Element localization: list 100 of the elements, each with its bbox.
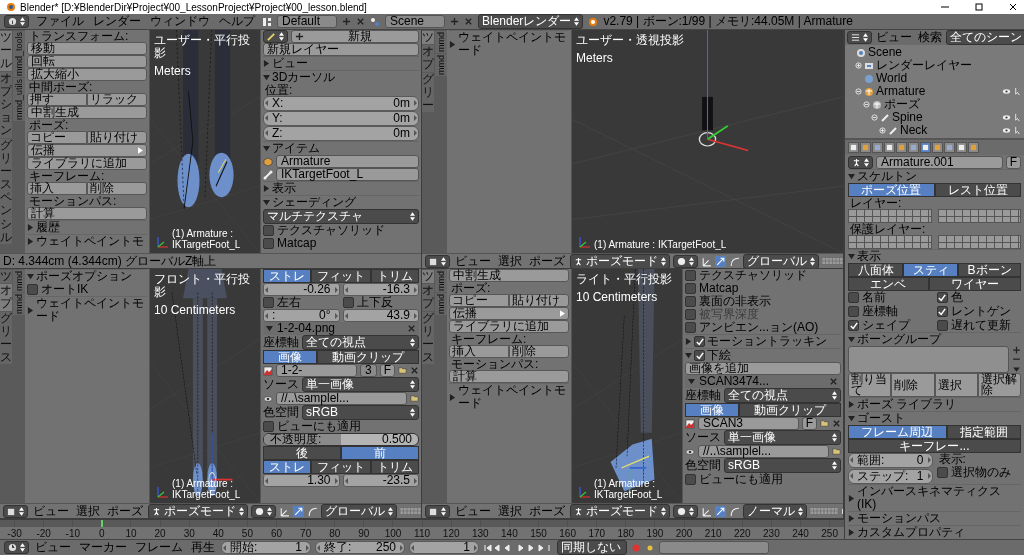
axes-icon[interactable] — [279, 505, 290, 517]
collapse-triangle-icon[interactable] — [27, 273, 34, 280]
collapse-triangle-icon[interactable] — [688, 378, 695, 385]
text-field[interactable]: Armature.001 — [876, 156, 1003, 169]
layer-grid-icon[interactable] — [822, 256, 843, 266]
properties-tab[interactable] — [860, 142, 871, 153]
properties-tab[interactable] — [848, 142, 859, 153]
sync-dropdown[interactable]: 同期しない — [557, 540, 627, 555]
axes-icon[interactable] — [701, 505, 712, 517]
toggle-button[interactable]: トリム — [371, 269, 419, 283]
number-field[interactable]: : 0° — [263, 309, 340, 322]
tool-button[interactable]: 移動 — [27, 42, 147, 55]
dropdown[interactable]: 全ての視点 — [302, 335, 419, 350]
toggle-button[interactable]: ワイヤー — [928, 277, 1021, 291]
image-panel-header[interactable]: 1-2-04.png — [263, 322, 419, 335]
panel-header[interactable]: ポーズ ライブラリ — [848, 397, 1021, 411]
tool-button[interactable]: 挿入 — [27, 182, 87, 195]
menu-item[interactable]: ファイル — [34, 15, 86, 28]
new-button[interactable]: 新規 — [291, 30, 419, 43]
text-field[interactable]: Armature — [276, 155, 419, 168]
fake-user-button[interactable]: F — [801, 417, 817, 430]
render-engine-dropdown[interactable]: Blenderレンダー — [478, 14, 584, 29]
keying-set-field[interactable] — [659, 541, 769, 554]
menu-item[interactable]: 選択 — [496, 504, 524, 518]
expand-triangle-icon[interactable] — [848, 401, 855, 408]
panel-header[interactable]: ビュー — [263, 56, 419, 70]
eye-icon[interactable] — [263, 393, 273, 404]
minus-circle-icon[interactable] — [871, 114, 878, 121]
mode-dropdown[interactable]: ポーズモード — [570, 503, 670, 518]
menu-button[interactable]: 伝播 — [27, 144, 147, 157]
toggle-button[interactable]: 指定範囲 — [946, 425, 1021, 439]
dropdown[interactable]: 全ての視点 — [724, 388, 841, 403]
outliner-item[interactable]: Scene — [847, 46, 1022, 59]
outliner-item[interactable]: Armature — [847, 85, 1022, 98]
file-path-field[interactable]: //..\samplel... — [698, 445, 829, 458]
menu-item[interactable]: ビュー — [31, 504, 71, 518]
checkbox[interactable] — [685, 474, 696, 485]
cursor-icon[interactable] — [1013, 87, 1022, 96]
panel-header[interactable]: ウェイトペイントモード — [449, 383, 569, 410]
tool-button[interactable]: 画像を追加 — [685, 362, 841, 375]
menu-item[interactable]: 検索 — [916, 31, 944, 44]
expand-triangle-icon[interactable] — [449, 393, 456, 401]
outliner-item[interactable]: レンダーレイヤー — [847, 59, 1022, 72]
collapse-triangle-icon[interactable] — [848, 336, 855, 343]
checkbox[interactable] — [343, 297, 354, 308]
toggle-button[interactable]: 八面体 — [848, 263, 903, 277]
fake-user-button[interactable]: F — [1005, 156, 1021, 169]
arrow-icon[interactable] — [293, 505, 304, 517]
image-name-field[interactable]: 1-2- — [276, 364, 357, 377]
collapse-triangle-icon[interactable] — [266, 325, 273, 332]
properties-tab[interactable] — [920, 142, 931, 153]
menu-item[interactable]: ポーズ — [105, 504, 145, 518]
tool-button[interactable]: 拡大縮小 — [27, 68, 147, 81]
image-name-field[interactable]: SCAN3 — [698, 417, 799, 430]
sidebar-tab[interactable]: ツ — [422, 31, 434, 45]
bone-layer-grid[interactable] — [937, 209, 1021, 223]
tool-button[interactable]: 新規レイヤー — [263, 43, 419, 56]
menu-item[interactable]: ビュー — [453, 504, 493, 518]
tool-button[interactable]: ライブラリに追加 — [27, 157, 147, 170]
menu-item[interactable]: ビュー — [874, 31, 914, 44]
menu-item[interactable]: 選択 — [74, 504, 102, 518]
menu-item[interactable]: ビュー — [453, 254, 493, 268]
folder-icon[interactable] — [410, 394, 419, 403]
panel-header[interactable]: モーションパス — [848, 511, 1021, 525]
checkbox[interactable] — [263, 297, 274, 308]
number-field[interactable]: ステップ: 1 — [848, 469, 933, 484]
panel-header[interactable]: 履歴 — [27, 220, 147, 234]
number-field[interactable]: Z: 0m — [263, 126, 419, 141]
current-frame-field[interactable]: 1 — [409, 541, 479, 554]
collapse-triangle-icon[interactable] — [263, 199, 270, 206]
editor-type-dropdown[interactable] — [3, 504, 28, 518]
checkbox[interactable] — [263, 225, 274, 236]
menu-item[interactable]: レンダー — [91, 15, 143, 28]
eye-icon[interactable] — [685, 446, 695, 457]
tool-button[interactable]: 中割生成 — [449, 269, 569, 282]
expand-triangle-icon[interactable] — [449, 40, 456, 48]
properties-tab[interactable] — [956, 142, 967, 153]
menu-item[interactable]: ウィンドウ — [148, 15, 212, 28]
tool-button[interactable]: 削除 — [87, 182, 147, 195]
tool-button[interactable]: 貼り付け — [87, 131, 147, 144]
plus-circle-icon[interactable] — [855, 62, 862, 69]
collapse-triangle-icon[interactable] — [685, 352, 692, 359]
expand-triangle-icon[interactable] — [263, 185, 270, 192]
properties-tab[interactable] — [932, 142, 943, 153]
panel-header[interactable]: モーショントラッキン — [685, 334, 841, 348]
menu-item[interactable]: 選択 — [496, 254, 524, 268]
bone-group-list[interactable] — [848, 346, 1009, 373]
menu-item[interactable]: ヘルプ — [217, 15, 257, 28]
toggle-button[interactable]: 動画クリップ — [317, 350, 419, 364]
tool-button[interactable]: コピー — [27, 131, 87, 144]
editor-type-dropdown[interactable] — [425, 254, 450, 268]
toggle-button[interactable]: フレーム周辺 — [848, 425, 947, 439]
tool-button[interactable]: リラック — [87, 93, 147, 106]
checkbox[interactable] — [263, 238, 274, 249]
toggle-button[interactable]: 前 — [341, 446, 419, 460]
toggle-button[interactable]: レスト位置 — [934, 183, 1021, 197]
panel-header[interactable]: 表示 — [263, 181, 419, 195]
display-mode-dropdown[interactable]: 全てのシーン — [946, 30, 1024, 45]
image-icon[interactable] — [685, 418, 695, 429]
tool-button[interactable]: 削除 — [891, 373, 935, 397]
